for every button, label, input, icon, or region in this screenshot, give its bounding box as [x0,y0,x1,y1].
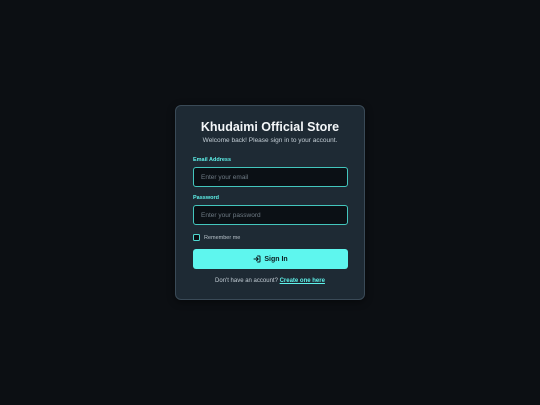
page-title: Khudaimi Official Store [200,120,340,134]
email-field[interactable] [193,167,348,187]
sign-in-icon [253,255,261,263]
remember-me-checkbox[interactable] [193,234,200,241]
remember-me: Remember me [193,233,240,242]
signup-prompt-text: Don't have an account? [215,278,278,284]
sign-in-button[interactable]: Sign In [193,249,348,269]
signup-prompt: Don't have an account? Create one here [176,278,364,284]
page-subtitle: Welcome back! Please sign in to your acc… [202,137,338,144]
sign-in-label: Sign In [264,255,288,263]
password-field[interactable] [193,205,348,225]
password-label: Password [193,195,219,201]
login-page: Khudaimi Official Store Welcome back! Pl… [0,0,540,405]
create-account-link[interactable]: Create one here [280,278,325,284]
email-label: Email Address [193,157,232,163]
login-card: Khudaimi Official Store Welcome back! Pl… [175,105,365,300]
remember-me-label: Remember me [204,234,241,241]
